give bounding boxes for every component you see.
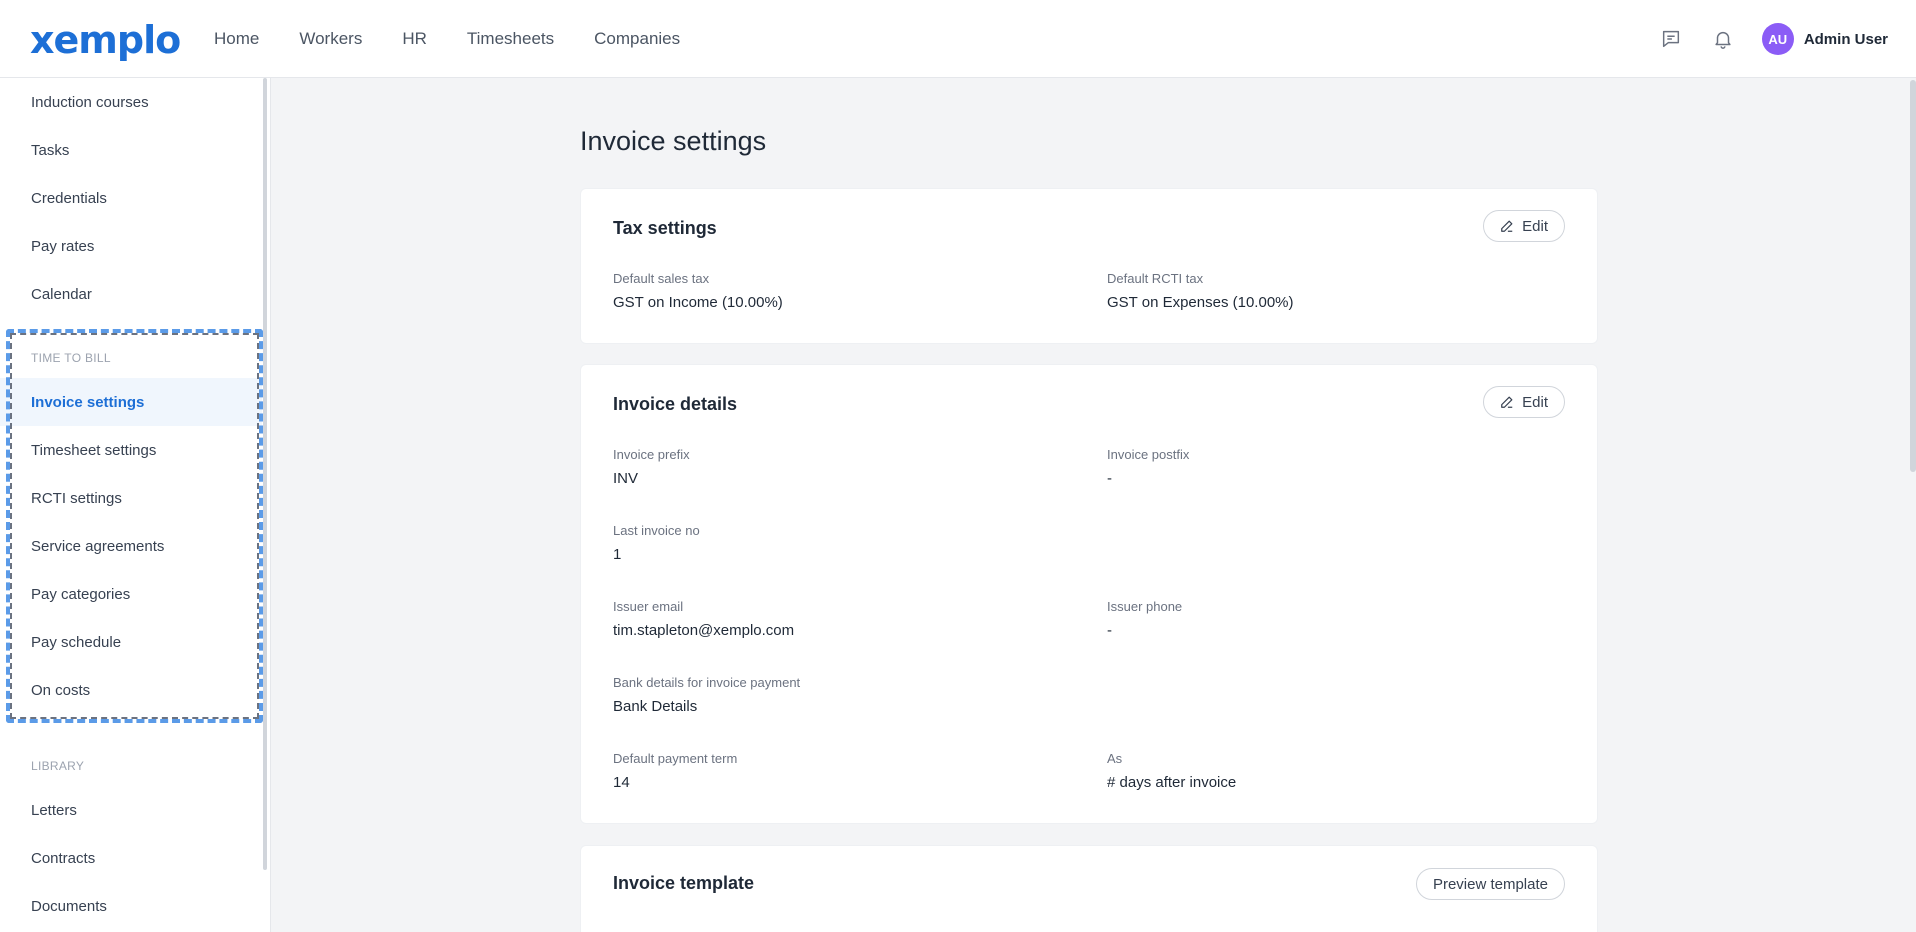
invoice-details-edit-button[interactable]: Edit — [1483, 386, 1565, 418]
default-sales-tax-label: Default sales tax — [613, 271, 710, 286]
sidebar-item-rcti-settings[interactable]: RCTI settings — [0, 474, 262, 522]
bank-details-label: Bank details for invoice payment — [613, 675, 801, 690]
sidebar-item-pay-categories[interactable]: Pay categories — [0, 570, 262, 618]
issuer-phone-label: Issuer phone — [1107, 599, 1183, 614]
sidebar-scrollbar[interactable] — [263, 78, 267, 870]
sidebar: Induction courses Tasks Credentials Pay … — [0, 78, 271, 932]
payment-term-label: Default payment term — [613, 751, 738, 766]
issuer-phone-field: Issuer phone - — [1107, 599, 1182, 639]
sidebar-heading-time-to-bill: TIME TO BILL — [31, 351, 111, 365]
tax-edit-button[interactable]: Edit — [1483, 210, 1565, 242]
sidebar-item-documents[interactable]: Documents — [0, 882, 262, 930]
pencil-icon — [1501, 396, 1513, 408]
default-rcti-tax-field: Default RCTI tax GST on Expenses (10.00%… — [1107, 271, 1294, 311]
sidebar-item-on-costs[interactable]: On costs — [0, 666, 262, 714]
invoice-postfix-label: Invoice postfix — [1107, 447, 1190, 462]
invoice-details-title: Invoice details — [613, 394, 738, 414]
default-rcti-tax-value: GST on Expenses (10.00%) — [1107, 294, 1294, 311]
payment-term-as-label: As — [1107, 751, 1123, 766]
avatar[interactable]: AU — [1761, 23, 1794, 55]
issuer-email-field: Issuer email tim.stapleton@xemplo.com — [613, 599, 794, 639]
nav-home[interactable]: Home — [214, 29, 259, 49]
sidebar-item-letters[interactable]: Letters — [0, 786, 262, 834]
payment-term-as-field: As # days after invoice — [1107, 751, 1236, 791]
sidebar-item-pay-rates[interactable]: Pay rates — [0, 222, 262, 270]
sidebar-heading-library: LIBRARY — [31, 759, 85, 773]
page-title: Invoice settings — [580, 126, 767, 156]
main-content: Invoice settings Tax settings Edit Defau… — [272, 78, 1916, 932]
nav-companies[interactable]: Companies — [594, 29, 680, 49]
nav-workers[interactable]: Workers — [299, 29, 362, 49]
tax-settings-title: Tax settings — [613, 218, 717, 238]
chat-icon[interactable] — [1658, 26, 1684, 52]
issuer-email-value: tim.stapleton@xemplo.com — [613, 622, 795, 639]
sidebar-item-tasks[interactable]: Tasks — [0, 126, 262, 174]
sidebar-item-pay-schedule[interactable]: Pay schedule — [0, 618, 262, 666]
main-nav: Home Workers HR Timesheets Companies — [214, 0, 720, 78]
bell-icon[interactable] — [1710, 26, 1736, 52]
issuer-email-label: Issuer email — [613, 599, 684, 614]
sidebar-item-credentials[interactable]: Credentials — [0, 174, 262, 222]
invoice-prefix-label: Invoice prefix — [613, 447, 690, 462]
last-invoice-no-value: 1 — [613, 546, 622, 563]
tax-edit-label: Edit — [1522, 217, 1548, 235]
user-area: AU Admin User — [1658, 0, 1888, 78]
invoice-postfix-value: - — [1107, 470, 1112, 487]
last-invoice-no-label: Last invoice no — [613, 523, 700, 538]
nav-timesheets[interactable]: Timesheets — [467, 29, 554, 49]
main-scrollbar[interactable] — [1910, 80, 1916, 472]
payment-term-field: Default payment term 14 — [613, 751, 737, 791]
invoice-prefix-value: INV — [613, 470, 639, 487]
issuer-phone-value: - — [1107, 622, 1112, 639]
payment-term-as-value: # days after invoice — [1107, 774, 1237, 791]
payment-term-value: 14 — [613, 774, 630, 791]
sidebar-item-calendar[interactable]: Calendar — [0, 270, 262, 318]
invoice-details-card: Invoice details Edit Invoice prefix INV … — [580, 364, 1598, 824]
default-rcti-tax-label: Default RCTI tax — [1107, 271, 1204, 286]
bank-details-field: Bank details for invoice payment Bank De… — [613, 675, 800, 715]
pencil-icon — [1501, 220, 1513, 232]
invoice-template-card: Invoice template Preview template — [580, 845, 1598, 932]
bank-details-value: Bank Details — [613, 698, 698, 715]
default-sales-tax-field: Default sales tax GST on Income (10.00%) — [613, 271, 783, 311]
invoice-postfix-field: Invoice postfix - — [1107, 447, 1189, 487]
nav-hr[interactable]: HR — [402, 29, 427, 49]
user-name[interactable]: Admin User — [1804, 31, 1888, 48]
tax-settings-card: Tax settings Edit Default sales tax GST … — [580, 188, 1598, 344]
invoice-prefix-field: Invoice prefix INV — [613, 447, 690, 487]
default-sales-tax-value: GST on Income (10.00%) — [613, 294, 783, 311]
invoice-details-edit-label: Edit — [1522, 393, 1548, 411]
sidebar-item-induction-courses[interactable]: Induction courses — [0, 78, 262, 126]
top-navbar: xemplo Home Workers HR Timesheets Compan… — [0, 0, 1916, 78]
invoice-template-title: Invoice template — [613, 873, 755, 893]
sidebar-item-invoice-settings[interactable]: Invoice settings — [0, 378, 262, 426]
xemplo-logo[interactable]: xemplo — [30, 18, 181, 62]
sidebar-item-contracts[interactable]: Contracts — [0, 834, 262, 882]
sidebar-item-service-agreements[interactable]: Service agreements — [0, 522, 262, 570]
last-invoice-no-field: Last invoice no 1 — [613, 523, 700, 563]
preview-template-button[interactable]: Preview template — [1415, 868, 1565, 900]
sidebar-item-timesheet-settings[interactable]: Timesheet settings — [0, 426, 262, 474]
